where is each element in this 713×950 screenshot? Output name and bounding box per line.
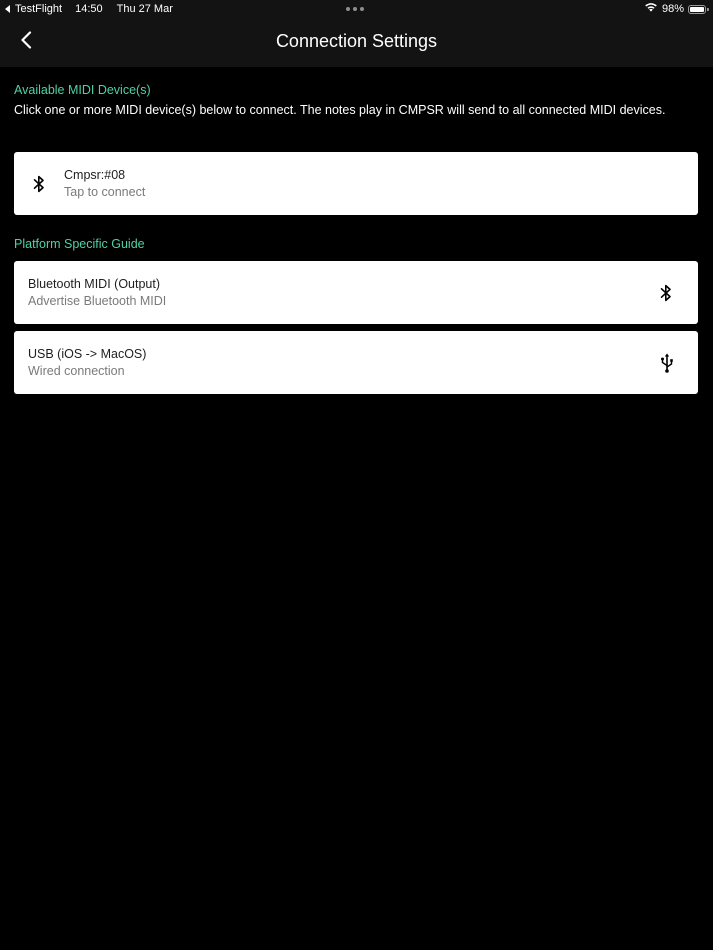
bluetooth-icon — [31, 173, 47, 195]
status-time: 14:50 — [75, 3, 103, 15]
guide-item-subtitle: Advertise Bluetooth MIDI — [28, 294, 167, 308]
dot — [353, 7, 357, 11]
status-bar: TestFlight 14:50 Thu 27 Mar 98% — [0, 0, 713, 18]
status-back-app[interactable]: TestFlight — [15, 0, 62, 18]
section-header-guide: Platform Specific Guide — [14, 237, 145, 251]
dot — [346, 7, 350, 11]
battery-icon — [688, 4, 709, 14]
guide-item-title: USB (iOS -> MacOS) — [28, 347, 147, 361]
device-status: Tap to connect — [64, 185, 146, 199]
multitasking-dots[interactable] — [346, 7, 364, 11]
connection-settings-screen: TestFlight 14:50 Thu 27 Mar 98% Connecti… — [0, 0, 713, 950]
midi-device-item[interactable]: Cmpsr:#08 Tap to connect — [14, 152, 698, 215]
guide-item-subtitle: Wired connection — [28, 364, 125, 378]
device-name: Cmpsr:#08 — [64, 168, 126, 182]
guide-item-usb[interactable]: USB (iOS -> MacOS) Wired connection — [14, 331, 698, 394]
bluetooth-icon — [658, 282, 674, 304]
guide-item-title: Bluetooth MIDI (Output) — [28, 277, 161, 291]
section-header-devices: Available MIDI Device(s) — [14, 83, 151, 97]
status-date: Thu 27 Mar — [116, 3, 173, 15]
wifi-icon — [644, 0, 658, 18]
dot — [360, 7, 364, 11]
navigation-bar: Connection Settings — [0, 18, 713, 67]
devices-description: Click one or more MIDI device(s) below t… — [14, 103, 666, 117]
status-right: 98% — [644, 0, 709, 18]
back-to-app-icon[interactable] — [5, 5, 10, 13]
battery-level — [690, 6, 704, 12]
battery-percentage: 98% — [661, 3, 684, 15]
page-title: Connection Settings — [275, 31, 438, 51]
battery-tip — [707, 7, 709, 11]
usb-icon — [659, 352, 675, 374]
guide-item-bluetooth-midi[interactable]: Bluetooth MIDI (Output) Advertise Blueto… — [14, 261, 698, 324]
status-left: TestFlight 14:50 Thu 27 Mar — [5, 0, 173, 18]
